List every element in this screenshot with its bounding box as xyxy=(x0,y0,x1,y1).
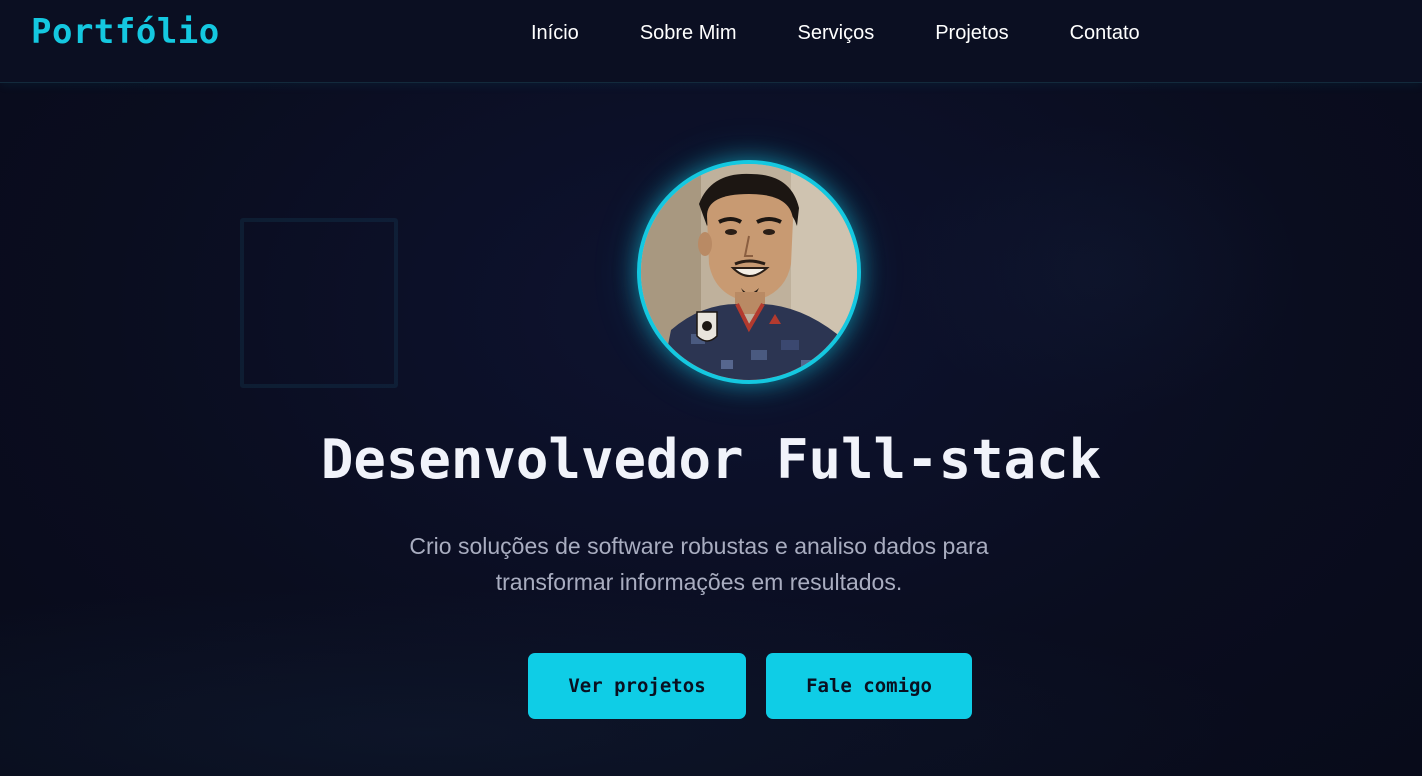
profile-avatar xyxy=(637,160,861,384)
background-frame-decoration xyxy=(240,218,398,388)
profile-photo-icon xyxy=(641,164,857,380)
hero-headline: Desenvolvedor Full-stack xyxy=(320,428,1102,491)
nav-item-contato[interactable]: Contato xyxy=(1070,22,1140,45)
nav-item-projetos[interactable]: Projetos xyxy=(935,22,1008,45)
contact-me-button[interactable]: Fale comigo xyxy=(766,653,972,719)
site-header: Portfólio Início Sobre Mim Serviços Proj… xyxy=(0,0,1422,83)
nav-item-servicos[interactable]: Serviços xyxy=(798,22,875,45)
nav-item-sobre-mim[interactable]: Sobre Mim xyxy=(640,22,737,45)
background-glow-decoration xyxy=(900,120,1300,420)
nav-item-inicio[interactable]: Início xyxy=(531,22,579,45)
hero-subtitle: Crio soluções de software robustas e ana… xyxy=(409,533,989,595)
view-projects-button[interactable]: Ver projetos xyxy=(528,653,746,719)
site-logo[interactable]: Portfólio xyxy=(31,8,220,56)
main-nav: Início Sobre Mim Serviços Projetos Conta… xyxy=(531,0,1140,66)
page: Portfólio Início Sobre Mim Serviços Proj… xyxy=(0,0,1422,776)
